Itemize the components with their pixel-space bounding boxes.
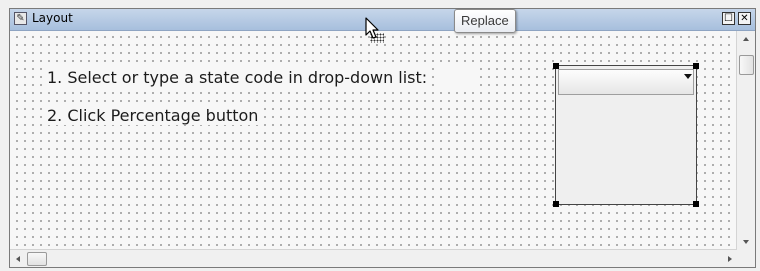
scroll-right-button[interactable] [721,250,737,267]
chevron-down-icon[interactable] [684,74,692,79]
close-button[interactable]: ✕ [738,12,751,25]
dropdown-field[interactable] [558,69,694,95]
arrow-pointer-icon [365,17,379,39]
scrollbar-corner [737,250,755,267]
form-icon: ✎ [14,12,27,25]
resize-handle-top-right[interactable] [693,63,699,69]
scroll-left-button[interactable] [10,250,26,267]
label-1-extent [435,66,477,88]
scroll-up-button[interactable] [737,31,755,47]
state-code-dropdown[interactable] [553,63,699,207]
resize-handle-bottom-left[interactable] [553,201,559,207]
design-canvas[interactable]: 1. Select or type a state code in drop-d… [10,31,737,250]
instruction-label-1[interactable]: 1. Select or type a state code in drop-d… [44,68,431,87]
replace-tooltip: Replace [454,9,516,33]
resize-handle-bottom-right[interactable] [693,201,699,207]
layout-window: ✎ Layout ☐ ✕ 1. Select or type a state c… [9,8,756,268]
window-title: Layout [32,11,73,25]
window-titlebar[interactable]: ✎ Layout ☐ ✕ [10,9,755,31]
restore-button[interactable]: ☐ [722,12,735,25]
horizontal-scrollbar[interactable] [10,249,737,267]
horizontal-scroll-thumb[interactable] [27,252,47,266]
resize-handle-top-left[interactable] [553,63,559,69]
vertical-scroll-thumb[interactable] [739,55,754,75]
scroll-down-button[interactable] [737,234,755,250]
instruction-label-2[interactable]: 2. Click Percentage button [44,106,262,125]
vertical-scrollbar[interactable] [736,31,755,250]
